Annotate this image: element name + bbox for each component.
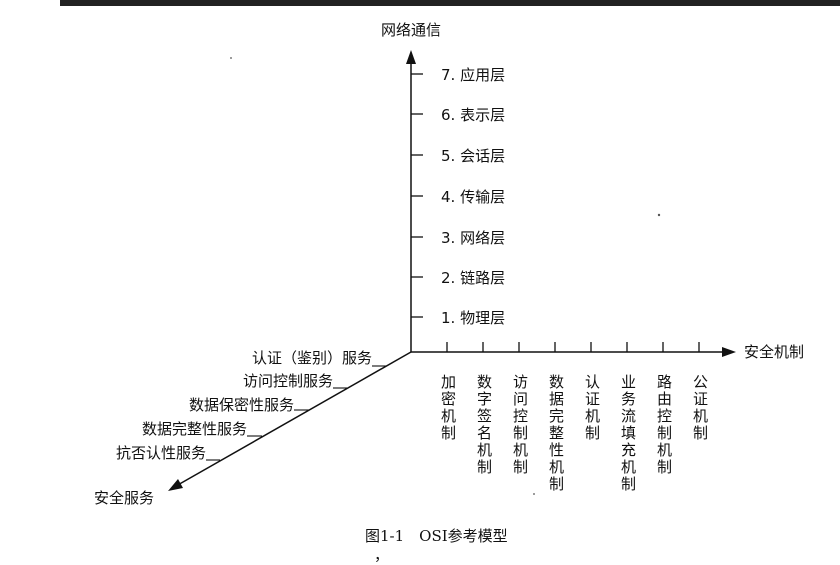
mechanism-label: 路由控制机制 [657,373,672,476]
mechanism-labels: 加密机制 数字签名机制 访问控制机制 数据完整性机制 认证机制 业务流填充机制 … [441,373,708,493]
layer-label: 6. 表示层 [441,106,505,124]
service-label: 数据完整性服务 [142,420,247,438]
service-label: 认证（鉴别）服务 [252,349,372,367]
service-labels: 认证（鉴别）服务 访问控制服务 数据保密性服务 数据完整性服务 抗否认性服务 [116,349,372,462]
figure-caption: 图1-1 OSI参考模型 [365,527,508,545]
x-axis-arrowhead [722,347,736,357]
z-axis-arrowhead [168,479,183,491]
mechanism-label: 公证机制 [693,373,708,442]
mechanism-label: 数据完整性机制 [549,373,564,493]
mechanism-label: 业务流填充机制 [621,373,636,493]
mechanism-ticks [446,342,700,352]
layer-label: 7. 应用层 [441,66,505,84]
z-axis-label: 安全服务 [94,489,154,507]
service-label: 抗否认性服务 [116,444,206,462]
osi-security-diagram: 网络通信 安全机制 安全服务 1. 物理层 2. 链路层 3. 网络层 4. 传… [60,0,840,564]
scan-speck [230,57,232,59]
service-label: 访问控制服务 [243,372,333,390]
service-label: 数据保密性服务 [189,396,294,414]
scan-speck [657,213,661,217]
top-partial-text-band [60,0,840,6]
x-axis-label: 安全机制 [744,343,804,361]
layer-label: 3. 网络层 [441,229,505,247]
scan-speck [533,493,535,495]
layer-ticks [411,73,423,318]
mechanism-label: 访问控制机制 [513,373,528,476]
stray-mark: ， [374,546,389,564]
layer-labels: 1. 物理层 2. 链路层 3. 网络层 4. 传输层 5. 会话层 6. 表示… [441,66,505,327]
layer-label: 1. 物理层 [441,309,505,327]
layer-label: 5. 会话层 [441,147,505,165]
y-axis-arrowhead [406,50,416,64]
layer-label: 4. 传输层 [441,188,505,206]
mechanism-label: 加密机制 [441,373,456,442]
mechanism-label: 认证机制 [585,373,600,442]
mechanism-label: 数字签名机制 [477,373,492,476]
y-axis-label: 网络通信 [381,21,441,39]
layer-label: 2. 链路层 [441,269,505,287]
